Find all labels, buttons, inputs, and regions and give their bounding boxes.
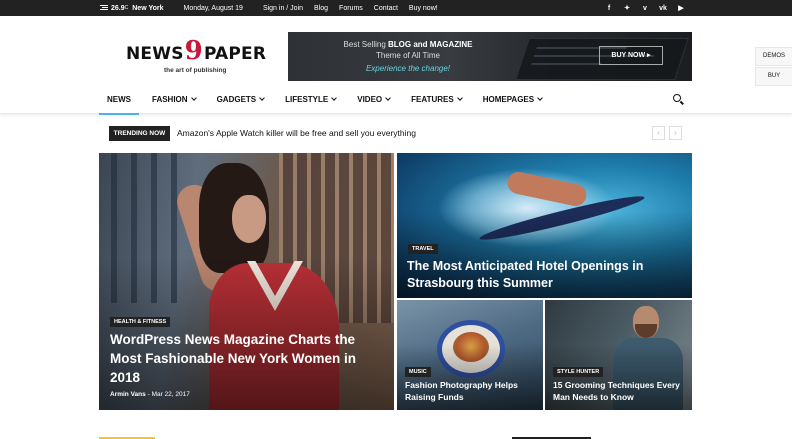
chevron-down-icon xyxy=(331,95,338,101)
main-navigation: NEWS FASHION GADGETS LIFESTYLE VIDEO FEA… xyxy=(0,86,792,115)
weather-widget: 26.9 C New York xyxy=(100,5,164,12)
nav-item-fashion[interactable]: FASHION xyxy=(152,86,197,114)
social-icons: f ✦ v vk ▶ xyxy=(604,0,694,16)
nav-item-label: HOMEPAGES xyxy=(482,95,535,104)
trending-headline-link[interactable]: Amazon's Apple Watch killer will be free… xyxy=(177,128,416,138)
weather-city: New York xyxy=(132,4,164,12)
youtube-icon[interactable]: ▶ xyxy=(676,4,686,12)
nav-item-label: GADGETS xyxy=(216,95,257,104)
featured-post-title[interactable]: The Most Anticipated Hotel Openings in S… xyxy=(407,258,677,292)
banner-line-1: Best Selling BLOG and MAGAZINE xyxy=(328,40,488,49)
chevron-down-icon xyxy=(385,95,391,101)
nav-item-label: LIFESTYLE xyxy=(285,95,329,104)
logo-word-left: NEWS xyxy=(126,44,184,64)
weather-temperature: 26.9 xyxy=(111,4,125,12)
blog-link[interactable]: Blog xyxy=(314,5,328,12)
forums-link[interactable]: Forums xyxy=(339,5,363,12)
logo-wordmark: NEWS 9 PAPER xyxy=(126,36,267,66)
buy-now-link[interactable]: Buy now! xyxy=(409,5,438,12)
featured-post-title[interactable]: Fashion Photography Helps Raising Funds xyxy=(405,380,535,403)
vimeo-icon[interactable]: v xyxy=(640,5,650,12)
chevron-down-icon xyxy=(259,95,265,101)
nav-item-homepages[interactable]: HOMEPAGES xyxy=(482,86,543,114)
nav-item-news[interactable]: NEWS xyxy=(99,86,139,115)
trending-next-button[interactable]: › xyxy=(669,126,682,140)
header-banner-ad[interactable]: Best Selling BLOG and MAGAZINE Theme of … xyxy=(288,32,692,81)
logo-nine: 9 xyxy=(184,36,203,66)
trending-now-badge: TRENDING NOW xyxy=(109,126,170,141)
featured-post-travel[interactable]: TRAVEL The Most Anticipated Hotel Openin… xyxy=(397,153,692,298)
weather-icon xyxy=(100,5,108,11)
vk-icon[interactable]: vk xyxy=(658,5,668,12)
banner-line-2: Theme of All Time xyxy=(375,51,441,60)
category-badge[interactable]: TRAVEL xyxy=(408,244,438,254)
chevron-down-icon xyxy=(537,95,543,101)
nav-item-lifestyle[interactable]: LIFESTYLE xyxy=(285,86,338,114)
featured-post-style[interactable]: STYLE HUNTER 15 Grooming Techniques Ever… xyxy=(545,300,692,410)
sign-in-link[interactable]: Sign in / Join xyxy=(263,5,303,12)
chevron-down-icon xyxy=(190,95,197,101)
category-badge[interactable]: MUSIC xyxy=(405,367,431,377)
nav-item-label: NEWS xyxy=(107,95,131,104)
top-bar: 26.9 C New York Monday, August 19 Sign i… xyxy=(0,0,792,16)
twitter-icon[interactable]: ✦ xyxy=(622,4,632,12)
post-date: Mar 22, 2017 xyxy=(151,391,190,398)
site-logo[interactable]: NEWS 9 PAPER the art of publishing xyxy=(126,36,267,78)
nav-item-label: VIDEO xyxy=(357,95,383,104)
category-badge[interactable]: HEALTH & FITNESS xyxy=(110,317,171,327)
banner-buy-now-button[interactable]: BUY NOW ▸ xyxy=(599,46,663,65)
logo-tagline: the art of publishing xyxy=(164,67,227,74)
featured-post-music[interactable]: MUSIC Fashion Photography Helps Raising … xyxy=(397,300,543,410)
post-author[interactable]: Armin Vans xyxy=(110,391,146,398)
trending-prev-button[interactable]: ‹ xyxy=(652,126,665,140)
banner-line-3: Experience the change! xyxy=(365,64,451,73)
category-badge[interactable]: STYLE HUNTER xyxy=(553,367,604,377)
banner-line-1-bold: BLOG and MAGAZINE xyxy=(388,40,473,49)
top-bar-date: Monday, August 19 xyxy=(183,4,243,12)
nav-item-label: FASHION xyxy=(152,95,188,104)
meta-separator: - xyxy=(147,391,150,398)
chevron-down-icon xyxy=(456,95,463,101)
featured-post-title[interactable]: 15 Grooming Techniques Every Man Needs t… xyxy=(553,380,688,403)
tile-image-face xyxy=(232,195,266,243)
featured-post-title[interactable]: WordPress News Magazine Charts the Most … xyxy=(110,330,370,387)
logo-word-right: PAPER xyxy=(203,44,267,64)
contact-link[interactable]: Contact xyxy=(374,5,398,12)
nav-item-video[interactable]: VIDEO xyxy=(357,86,391,114)
facebook-icon[interactable]: f xyxy=(604,5,614,12)
nav-item-label: FEATURES xyxy=(411,95,454,104)
nav-item-features[interactable]: FEATURES xyxy=(411,86,463,114)
top-bar-left: 26.9 C New York Monday, August 19 Sign i… xyxy=(100,0,449,16)
banner-line-1-prefix: Best Selling xyxy=(343,40,388,49)
featured-post-main[interactable]: HEALTH & FITNESS WordPress News Magazine… xyxy=(99,153,394,410)
nav-item-gadgets[interactable]: GADGETS xyxy=(217,86,265,114)
weather-unit: C xyxy=(124,5,129,11)
nav-menu: NEWS FASHION GADGETS LIFESTYLE VIDEO FEA… xyxy=(99,86,563,115)
buy-side-tab[interactable]: BUY xyxy=(755,67,792,86)
search-icon[interactable] xyxy=(673,94,685,106)
demos-side-tab[interactable]: DEMOS xyxy=(755,47,792,66)
post-meta: Armin Vans - Mar 22, 2017 xyxy=(110,391,190,398)
